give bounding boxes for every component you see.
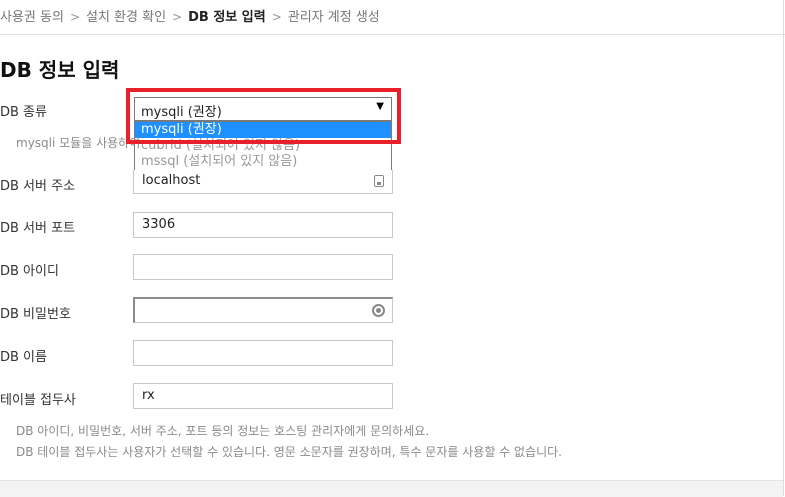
footer-bar	[0, 480, 783, 497]
breadcrumb-step-environment: 설치 환경 확인	[86, 10, 167, 25]
db-host-label: DB 서버 주소	[0, 179, 76, 194]
breadcrumb-separator-icon: >	[172, 10, 183, 24]
db-port-value: 3306	[142, 217, 176, 232]
db-name-label: DB 이름	[0, 350, 47, 365]
password-reveal-icon[interactable]	[372, 304, 385, 317]
db-prefix-help: DB 테이블 접두사는 사용자가 선택할 수 있습니다. 영문 소문자를 권장하…	[16, 445, 563, 459]
breadcrumb-separator-icon: >	[271, 10, 282, 24]
breadcrumb-step-db-info: DB 정보 입력	[188, 10, 266, 25]
contact-card-icon[interactable]	[374, 175, 384, 187]
db-user-input[interactable]	[133, 254, 393, 280]
db-port-label: DB 서버 포트	[0, 221, 76, 236]
db-host-value: localhost	[142, 173, 201, 188]
breadcrumb-step-admin-account: 관리자 계정 생성	[287, 10, 380, 25]
db-port-input[interactable]: 3306	[133, 212, 393, 238]
breadcrumb-step-license: 사용권 동의	[0, 10, 64, 25]
db-prefix-label: 테이블 접두사	[0, 393, 76, 408]
db-name-input[interactable]	[133, 340, 393, 366]
db-password-label: DB 비밀번호	[0, 307, 71, 322]
db-type-option-mssql[interactable]: mssql (설치되어 있지 않음)	[135, 154, 391, 170]
db-prefix-input[interactable]: rx	[133, 383, 393, 409]
db-password-input[interactable]	[133, 297, 393, 323]
db-host-input[interactable]: localhost	[133, 170, 393, 194]
db-prefix-value: rx	[142, 388, 155, 403]
breadcrumb: 사용권 동의 > 설치 환경 확인 > DB 정보 입력 > 관리자 계정 생성	[0, 0, 785, 35]
highlight-box	[126, 88, 401, 144]
content-right-border	[783, 0, 784, 496]
db-type-help: mysqli 모듈을 사용하여	[16, 136, 141, 150]
breadcrumb-separator-icon: >	[69, 10, 80, 24]
page-title: DB 정보 입력	[0, 58, 120, 82]
db-type-label: DB 종류	[0, 105, 47, 120]
db-credentials-help: DB 아이디, 비밀번호, 서버 주소, 포트 등의 정보는 호스팅 관리자에게…	[16, 424, 430, 438]
db-user-label: DB 아이디	[0, 264, 59, 279]
